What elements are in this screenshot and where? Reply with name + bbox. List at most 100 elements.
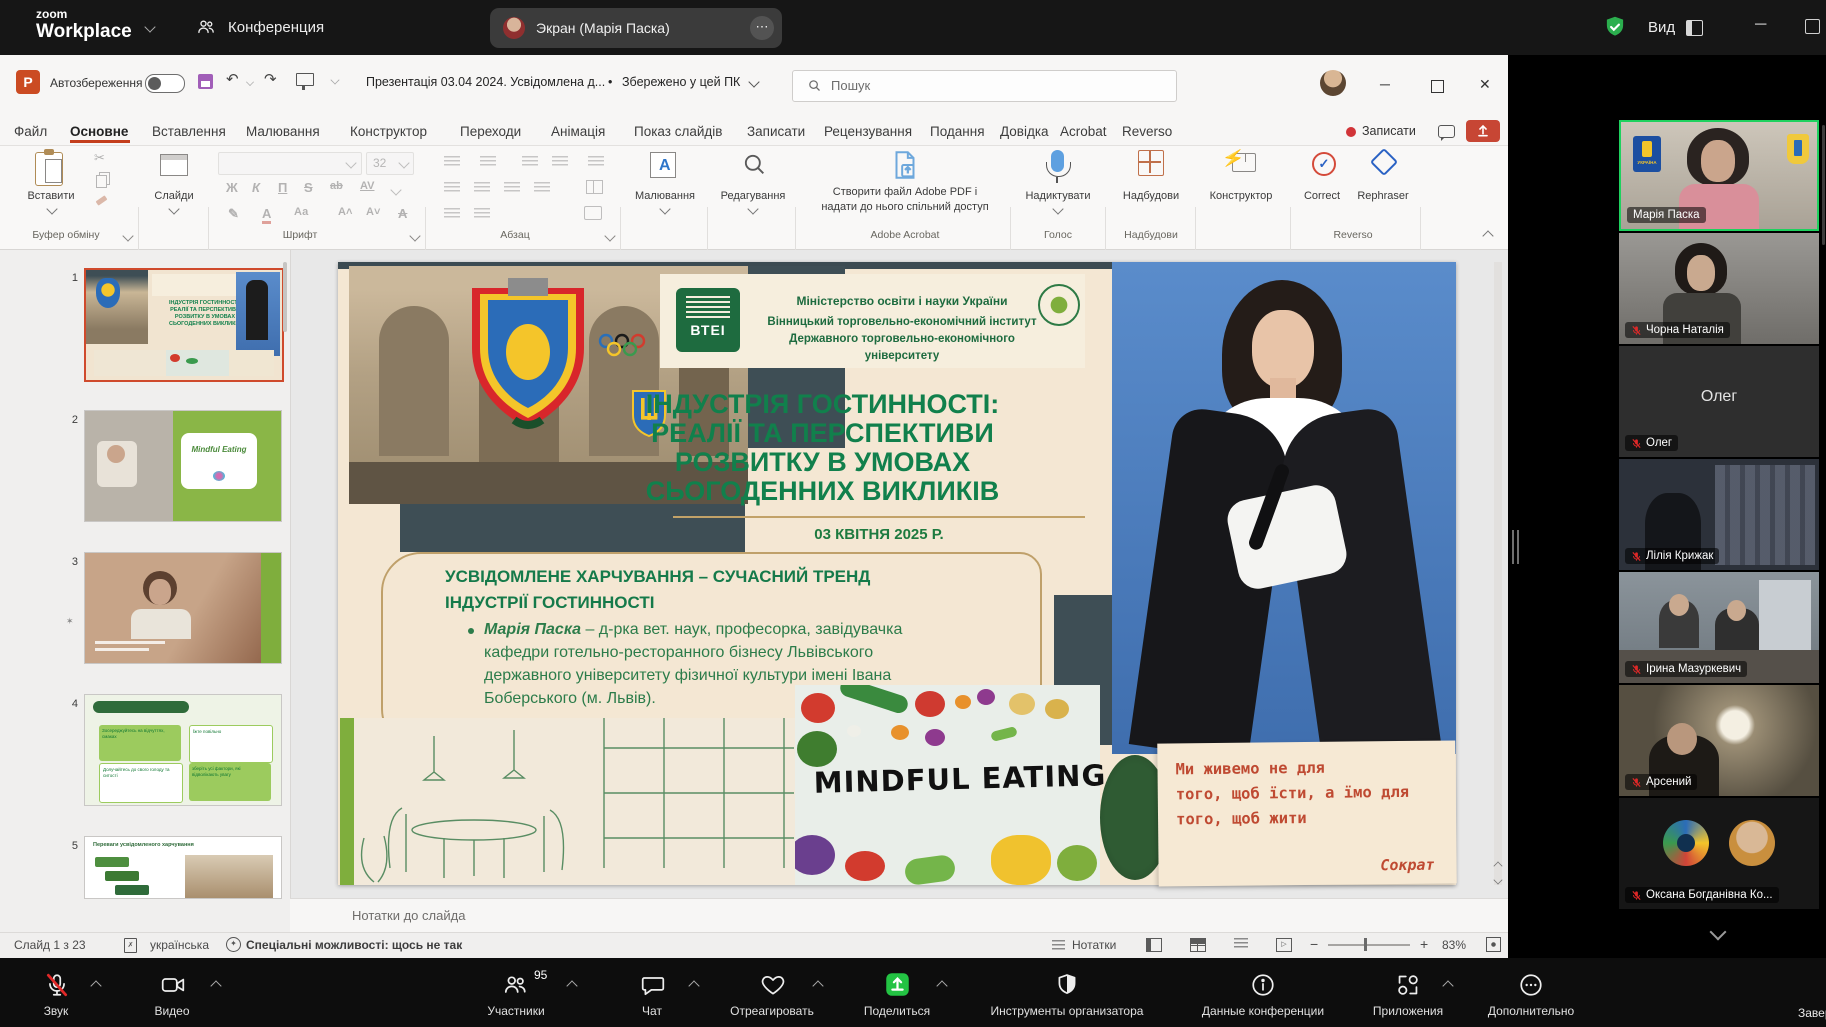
account-avatar[interactable] (1320, 70, 1346, 96)
align-right-icon[interactable] (504, 182, 520, 193)
toolbar-host-tools-button[interactable]: Инструменты организатора (967, 1004, 1167, 1018)
panel-resize-handle[interactable] (1512, 530, 1514, 564)
minimize-window-icon[interactable]: ─ (1755, 16, 1766, 34)
redo-icon[interactable]: ↷ (264, 70, 277, 88)
save-icon[interactable] (198, 74, 213, 89)
italic-icon[interactable]: К (252, 180, 260, 195)
zoom-in-icon[interactable]: + (1420, 936, 1428, 952)
reading-view-icon[interactable] (1234, 938, 1248, 949)
grow-font-icon[interactable]: А˄ (338, 206, 352, 218)
zoom-percentage[interactable]: 83% (1442, 938, 1466, 952)
security-shield-icon[interactable] (1602, 14, 1628, 40)
dictate-button[interactable]: Надиктувати (1015, 190, 1101, 202)
accessibility-status[interactable]: Спеціальні можливості: щось не так (246, 938, 462, 952)
tab-reverso[interactable]: Reverso (1122, 124, 1172, 139)
line-spacing-icon[interactable] (588, 156, 604, 167)
tab-record[interactable]: Записати (747, 124, 805, 139)
language-status[interactable]: українська (150, 938, 209, 952)
tab-file[interactable]: Файл (14, 124, 47, 139)
record-button[interactable]: Записати (1362, 124, 1416, 138)
apps-icon[interactable] (1395, 972, 1421, 998)
host-tools-icon[interactable] (1054, 972, 1080, 998)
slides-icon[interactable] (160, 154, 188, 176)
strikethrough-icon[interactable]: S (304, 180, 313, 195)
tab-design[interactable]: Конструктор (350, 124, 427, 139)
slide-thumbnail-2[interactable]: Mindful Eating (84, 410, 282, 522)
tab-shared-screen[interactable]: Экран (Марія Паска) ⋯ (490, 8, 782, 48)
editing-button[interactable]: Редагування (713, 190, 793, 202)
numbering-icon[interactable] (480, 156, 496, 167)
adobe-pdf-button-line2[interactable]: надати до нього спільний доступ (805, 201, 1005, 213)
tab-view[interactable]: Подання (930, 124, 985, 139)
participants-scrollbar[interactable] (1822, 125, 1825, 245)
addins-button[interactable]: Надбудови (1110, 190, 1192, 202)
panel-resize-handle-2[interactable] (1517, 530, 1519, 564)
participant-tile-liliya[interactable]: Лілія Крижак (1619, 459, 1819, 570)
tab-insert[interactable]: Вставлення (152, 124, 226, 139)
toolbar-react-button[interactable]: Отреагировать (712, 1004, 832, 1018)
slide-scrollbar[interactable] (1494, 262, 1502, 885)
tab-home[interactable]: Основне (70, 124, 128, 139)
zoom-slider-thumb[interactable] (1364, 938, 1367, 951)
meeting-info-icon[interactable] (1250, 972, 1276, 998)
underline-icon[interactable]: П (278, 180, 287, 195)
font-size-combo[interactable]: 32 (366, 152, 414, 175)
participant-tile-maria[interactable]: УКРАЇНА Марія Паска (1619, 120, 1819, 231)
participants-icon[interactable] (502, 972, 528, 998)
designer-button[interactable]: Конструктор (1198, 190, 1284, 202)
indent-increase-icon[interactable] (552, 156, 568, 167)
slideshow-view-icon[interactable]: ▷ (1276, 938, 1292, 952)
tab-transitions[interactable]: Переходи (460, 124, 521, 139)
toolbar-meeting-info-button[interactable]: Данные конференции (1163, 1004, 1363, 1018)
start-slideshow-icon[interactable] (296, 73, 314, 86)
toolbar-share-button[interactable]: Поделиться (847, 1004, 947, 1018)
toolbar-audio-button[interactable]: Звук (16, 1004, 96, 1018)
tab-conference[interactable]: Конференция (228, 19, 324, 36)
collapse-participants-chevron-icon[interactable] (1710, 924, 1727, 941)
view-button[interactable]: Вид (1648, 19, 1675, 36)
toolbar-video-button[interactable]: Видео (132, 1004, 212, 1018)
maximize-window-icon[interactable] (1805, 19, 1820, 34)
reactions-icon[interactable] (760, 972, 786, 998)
tab-animations[interactable]: Анімація (551, 124, 605, 139)
bold-icon[interactable]: Ж (226, 180, 238, 195)
share-presence-icon[interactable] (1466, 120, 1500, 142)
notes-pane[interactable]: Нотатки до слайда (290, 898, 1508, 933)
font-name-combo[interactable] (218, 152, 362, 175)
smartart-icon[interactable] (584, 206, 602, 220)
copy-icon[interactable] (96, 175, 107, 188)
workspace-chevron-icon[interactable] (144, 21, 155, 32)
columns-icon[interactable] (586, 180, 603, 194)
start-video-icon[interactable] (160, 972, 186, 998)
correct-button[interactable]: Correct (1292, 190, 1352, 202)
autosave-toggle[interactable] (145, 74, 185, 93)
slide-counter[interactable]: Слайд 1 з 23 (14, 938, 86, 952)
fit-slide-icon[interactable] (1486, 937, 1501, 952)
text-direction-icon[interactable] (444, 208, 460, 219)
undo-icon[interactable]: ↶ (226, 70, 239, 88)
character-spacing-icon[interactable]: AV (360, 180, 374, 192)
ppt-minimize-icon[interactable]: ─ (1380, 76, 1390, 92)
search-box[interactable]: Пошук (792, 70, 1177, 102)
paste-icon[interactable] (35, 152, 63, 186)
slide-thumbnail-5[interactable]: Переваги усвідомленого харчування (84, 836, 282, 899)
slide-thumbnail-1[interactable]: ІНДУСТРІЯ ГОСТИННОСТІ: РЕАЛІЇ ТА ПЕРСПЕК… (84, 268, 284, 382)
spellcheck-icon[interactable]: ✗ (124, 938, 137, 953)
align-left-icon[interactable] (444, 182, 460, 193)
saved-status[interactable]: Збережено у цей ПК (622, 75, 740, 89)
more-icon[interactable] (1518, 972, 1544, 998)
slide-sorter-icon[interactable] (1190, 938, 1206, 952)
ppt-maximize-icon[interactable] (1431, 80, 1444, 93)
slides-button[interactable]: Слайди (144, 190, 204, 202)
align-center-icon[interactable] (474, 182, 490, 193)
rephraser-button[interactable]: Rephraser (1352, 190, 1414, 202)
slide-thumbnail-3[interactable] (84, 552, 282, 664)
strike2-icon[interactable]: ab (330, 180, 343, 192)
thumbnail-scrollbar[interactable] (283, 262, 287, 332)
comments-icon[interactable] (1438, 125, 1455, 138)
drawing-button[interactable]: Малювання (625, 190, 705, 202)
participant-tile-oleg[interactable]: Олег Олег (1619, 346, 1819, 457)
tab-acrobat[interactable]: Acrobat (1060, 124, 1107, 139)
tab-review[interactable]: Рецензування (824, 124, 912, 139)
mute-audio-icon[interactable] (44, 972, 70, 998)
